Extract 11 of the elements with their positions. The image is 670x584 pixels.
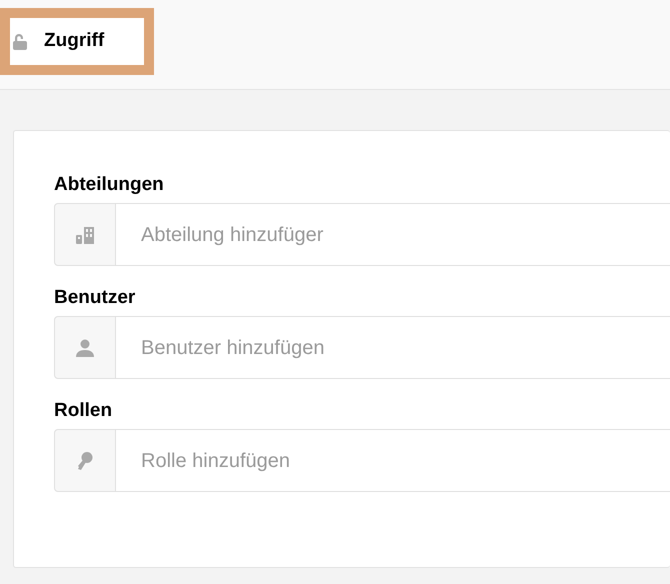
section-title: Zugriff <box>44 29 104 54</box>
key-icon <box>77 452 93 470</box>
building-icon <box>75 226 95 244</box>
unlocked-padlock-icon <box>12 32 28 50</box>
input-field[interactable]: Abteilung hinzufüger <box>116 203 670 266</box>
input-field[interactable]: Rolle hinzufügen <box>116 429 670 492</box>
user-icon <box>76 338 94 356</box>
input-field[interactable]: Benutzer hinzufügen <box>116 316 670 379</box>
field-label: Rollen <box>54 401 114 421</box>
field-label: Benutzer <box>54 288 136 308</box>
field-label: Abteilungen <box>54 175 165 195</box>
